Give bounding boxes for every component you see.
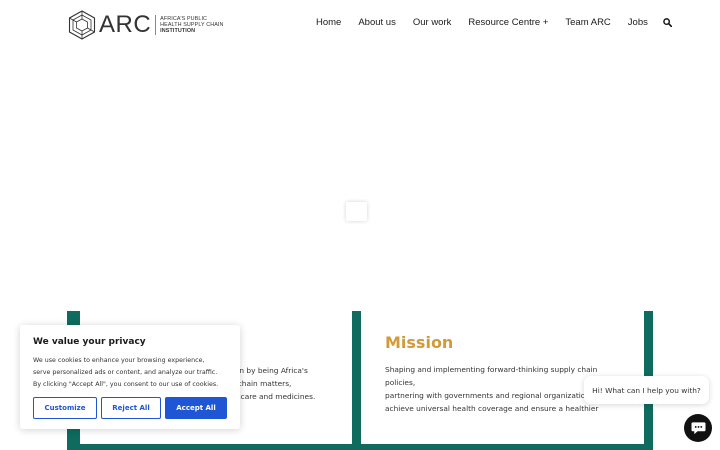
vision-text: son by being Africa's y chain matters, l… (231, 364, 341, 403)
cards-bottom-border (67, 444, 653, 450)
nav-item-our-work[interactable]: Our work (413, 17, 452, 28)
cookie-text-line: By clicking "Accept All", you consent to… (33, 381, 219, 388)
logo-tagline: AFRICA'S PUBLIC HEALTH SUPPLY CHAIN INST… (160, 16, 223, 34)
mission-heading: Mission (385, 333, 454, 352)
card-divider (352, 311, 361, 450)
cookie-text-line: serve personalized ads or content, and a… (33, 369, 218, 376)
chat-launcher-button[interactable] (684, 414, 712, 442)
vision-text-line: y chain matters, (231, 379, 292, 388)
nav-item-jobs[interactable]: Jobs (628, 17, 648, 28)
search-icon[interactable] (663, 18, 673, 28)
search-icon-glyph (663, 18, 673, 27)
reject-all-button[interactable]: Reject All (101, 397, 161, 419)
cookie-banner-title: We value your privacy (33, 337, 146, 347)
cookie-banner-text: We use cookies to enhance your browsing … (33, 355, 227, 391)
nav-item-resource-centre[interactable]: Resource Centre + (468, 17, 548, 28)
mission-text-line: achieve universal health coverage and en… (385, 404, 599, 413)
nav-item-about-us[interactable]: About us (358, 17, 396, 28)
arc-hexagon-logo-icon (68, 10, 96, 40)
site-header: ARC AFRICA'S PUBLIC HEALTH SUPPLY CHAIN … (0, 0, 720, 50)
nav-item-home[interactable]: Home (316, 17, 341, 28)
accept-all-button[interactable]: Accept All (165, 397, 227, 419)
arc-logo[interactable]: ARC AFRICA'S PUBLIC HEALTH SUPPLY CHAIN … (67, 10, 223, 40)
cookie-consent-banner: We value your privacy We use cookies to … (20, 325, 240, 429)
main-nav: Home About us Our work Resource Centre +… (316, 17, 673, 28)
logo-divider (155, 15, 157, 35)
loading-placeholder (346, 202, 367, 221)
chat-icon (691, 422, 705, 435)
vision-text-line: son by being Africa's (231, 366, 308, 375)
nav-item-team-arc[interactable]: Team ARC (565, 17, 610, 28)
logo-tagline-line: INSTITUTION (160, 28, 196, 34)
cookie-text-line: We use cookies to enhance your browsing … (33, 357, 205, 364)
chat-greeting-bubble[interactable]: Hi! What can I help you with? (584, 376, 709, 404)
vision-text-line: lthcare and medicines. (231, 392, 316, 401)
logo-wordmark: ARC (99, 11, 152, 38)
cookie-buttons: Customize Reject All Accept All (33, 397, 227, 419)
customize-button[interactable]: Customize (33, 397, 97, 419)
